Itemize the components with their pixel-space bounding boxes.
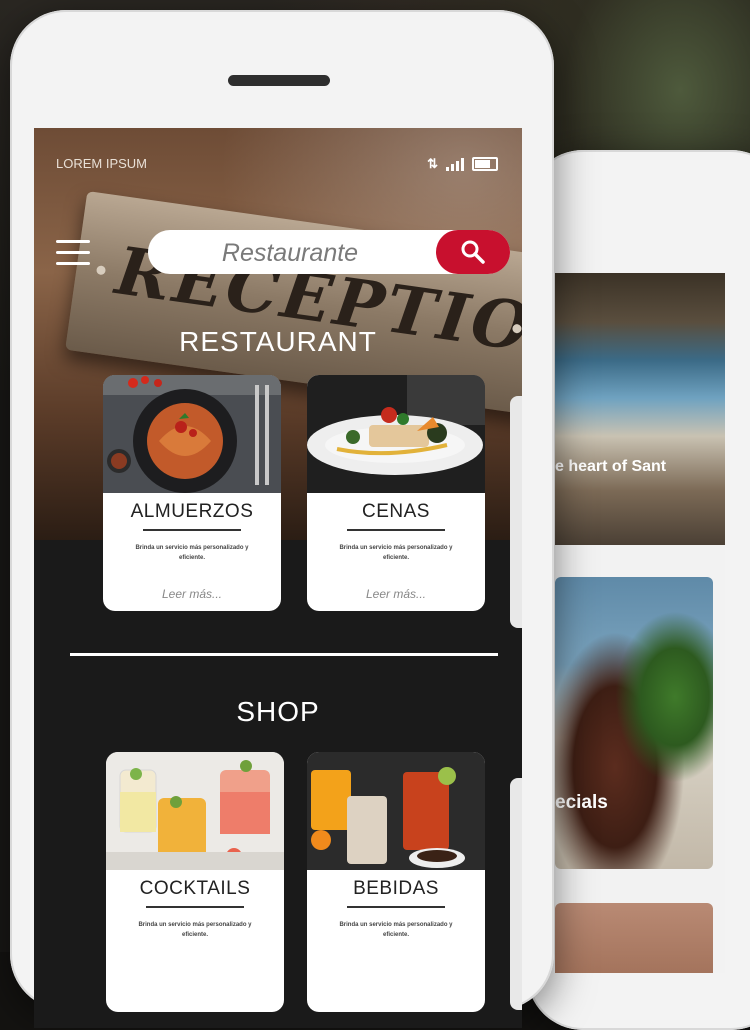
section-title-restaurant: RESTAURANT: [179, 326, 377, 357]
card-bebidas[interactable]: BEBIDAS Brinda un servicio más personali…: [307, 752, 485, 1012]
search-button[interactable]: [436, 230, 510, 274]
sign-screw: [95, 265, 107, 276]
card-bebidas-title: BEBIDAS: [353, 878, 439, 899]
card-almuerzos-desc: Brinda un servicio más personalizado y e…: [135, 545, 249, 561]
next-card-peek[interactable]: [510, 778, 522, 1010]
card-cenas-image: [307, 375, 485, 493]
card-almuerzos-title: ALMUERZOS: [130, 501, 254, 522]
search-icon: [461, 240, 485, 264]
hamburger-menu-icon[interactable]: [56, 240, 90, 266]
status-bar: LOREM IPSUM ⇅: [34, 156, 522, 176]
card-cocktails-image: [106, 752, 284, 870]
card-cenas[interactable]: CENAS Brinda un servicio más personaliza…: [307, 375, 485, 611]
signal-icon: [446, 157, 464, 171]
card-cenas-title: CENAS: [362, 501, 430, 522]
back-hero-caption: e heart of Sant: [555, 458, 667, 475]
card-underline: [146, 906, 244, 908]
back-phone-screen: e heart of Sant ecials: [555, 273, 725, 973]
card-almuerzos-image: [103, 375, 281, 493]
battery-icon: [472, 157, 498, 171]
card-cocktails[interactable]: COCKTAILS Brinda un servicio más persona…: [106, 752, 284, 1012]
card-cocktails-title: COCKTAILS: [139, 878, 251, 899]
card-almuerzos-more-link[interactable]: Leer más...: [103, 587, 281, 601]
card-underline: [347, 906, 445, 908]
back-food-card[interactable]: [555, 903, 713, 973]
card-cenas-desc: Brinda un servicio más personalizado y e…: [339, 545, 453, 561]
status-icons: ⇅: [427, 156, 498, 172]
status-brand: LOREM IPSUM: [56, 156, 148, 171]
next-card-peek[interactable]: [510, 396, 522, 628]
search-input[interactable]: [148, 230, 432, 276]
phone-speaker: [228, 75, 330, 86]
front-phone-screen: RECEPTION LOREM IPSUM ⇅ RESTAURANT: [34, 128, 522, 1028]
card-underline: [347, 529, 445, 531]
back-hero-image: e heart of Sant: [555, 273, 725, 545]
card-underline: [143, 529, 241, 531]
section-divider: [70, 653, 498, 656]
card-almuerzos[interactable]: ALMUERZOS Brinda un servicio más persona…: [103, 375, 281, 611]
card-cenas-more-link[interactable]: Leer más...: [307, 587, 485, 601]
data-transfer-icon: ⇅: [427, 156, 438, 171]
back-card-caption: ecials: [555, 792, 608, 813]
card-cocktails-desc: Brinda un servicio más personalizado y e…: [138, 922, 252, 938]
card-bebidas-image: [307, 752, 485, 870]
back-specials-card[interactable]: ecials: [555, 577, 713, 869]
section-title-shop: SHOP: [236, 696, 320, 727]
card-bebidas-desc: Brinda un servicio más personalizado y e…: [339, 922, 453, 938]
search-bar: [148, 230, 510, 276]
